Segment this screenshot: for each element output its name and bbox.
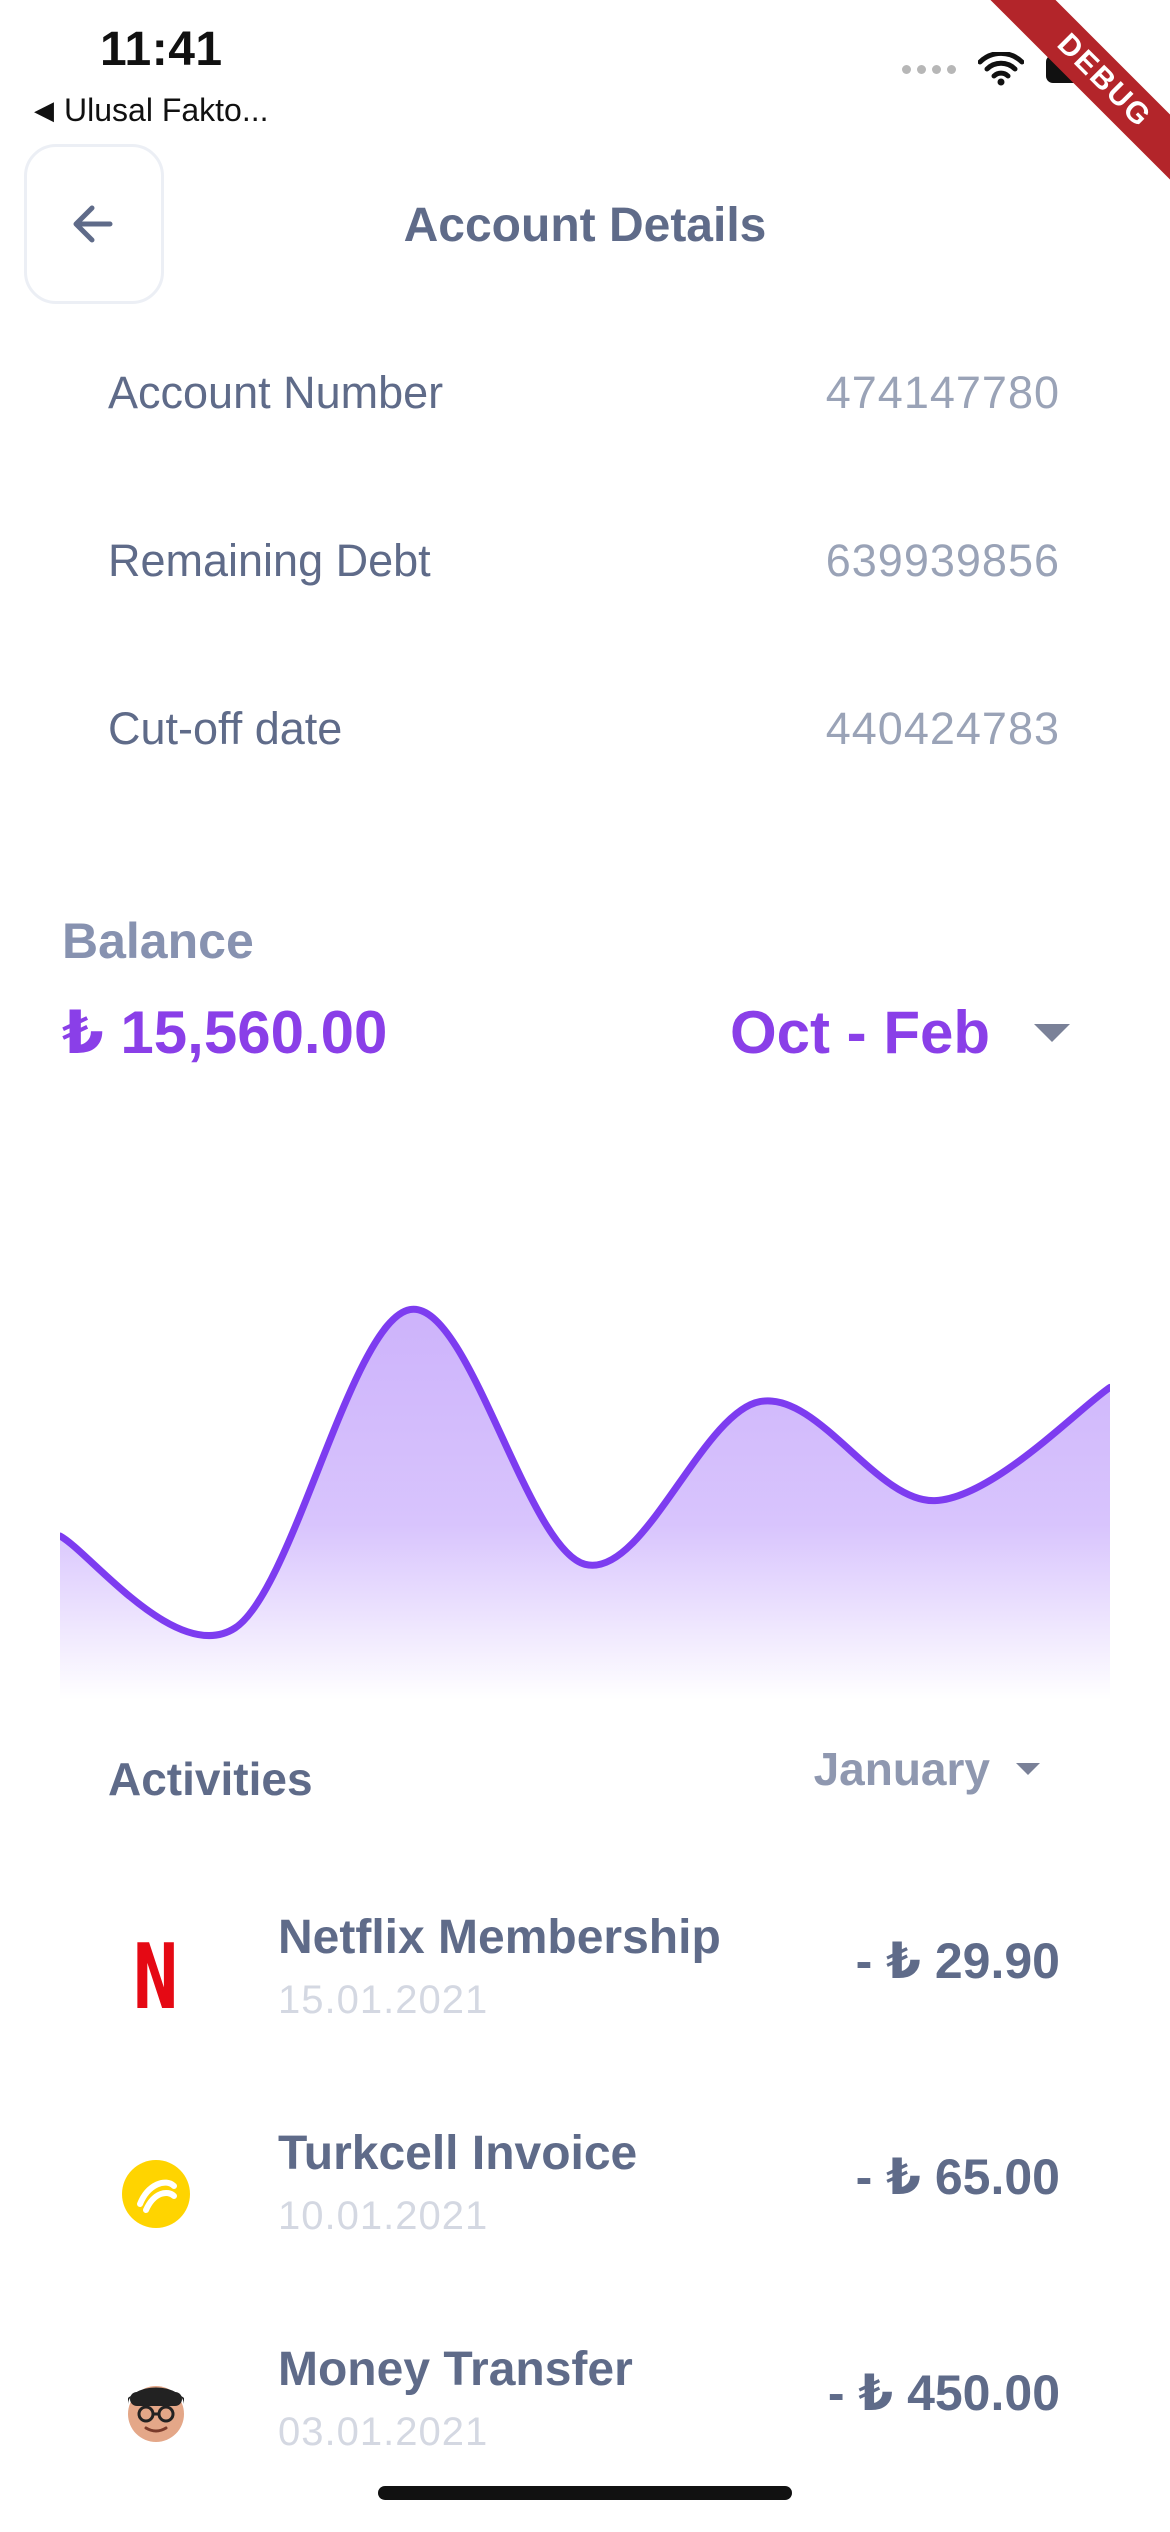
month-dropdown[interactable]: January <box>814 1742 1040 1796</box>
info-value: 474147780 <box>825 367 1060 418</box>
info-row-cutoff-date: Cut-off date 440424783 <box>108 694 1060 764</box>
page-title: Account Details <box>403 199 767 252</box>
activity-title: Netflix Membership <box>278 1911 721 1964</box>
activity-item[interactable]: Money Transfer 03.01.2021 - ₺ 450.00 <box>0 2342 1170 2492</box>
turkcell-icon <box>108 2146 204 2242</box>
signal-icon <box>902 64 956 74</box>
info-value: 639939856 <box>825 535 1060 586</box>
activity-amount: - ₺ 29.90 <box>855 1933 1060 1989</box>
activities-title: Activities <box>108 1753 313 1805</box>
balance-chart <box>60 1306 1110 1700</box>
balance-label: Balance <box>62 913 254 969</box>
avatar-icon <box>108 2362 204 2458</box>
range-dropdown[interactable]: Oct - Feb <box>730 998 1070 1067</box>
range-label: Oct - Feb <box>729 999 990 1066</box>
status-back-link[interactable]: ◀ Ulusal Fakto... <box>34 92 269 129</box>
activity-title: Turkcell Invoice <box>278 2127 638 2180</box>
debug-banner: DEBUG <box>974 0 1170 211</box>
status-time: 11:41 <box>100 23 223 76</box>
chart-area <box>60 1309 1110 1700</box>
activity-title: Money Transfer <box>278 2343 633 2396</box>
activity-amount: - ₺ 450.00 <box>827 2365 1060 2421</box>
activity-date: 15.01.2021 <box>278 1978 489 2022</box>
home-indicator <box>378 2486 792 2500</box>
activity-date: 03.01.2021 <box>278 2410 489 2454</box>
info-label: Account Number <box>108 367 444 418</box>
info-row-remaining-debt: Remaining Debt 639939856 <box>108 526 1060 596</box>
info-label: Remaining Debt <box>108 535 431 586</box>
activity-item[interactable]: N Netflix Membership 15.01.2021 - ₺ 29.9… <box>0 1910 1170 2060</box>
status-back-app-label: Ulusal Fakto... <box>64 92 269 128</box>
info-label: Cut-off date <box>108 703 343 754</box>
chevron-down-icon <box>1016 1763 1040 1775</box>
activity-item[interactable]: Turkcell Invoice 10.01.2021 - ₺ 65.00 <box>0 2126 1170 2276</box>
info-value: 440424783 <box>825 703 1060 754</box>
activity-date: 10.01.2021 <box>278 2194 489 2238</box>
activity-amount: - ₺ 65.00 <box>855 2149 1060 2205</box>
chevron-down-icon <box>1034 1023 1070 1042</box>
netflix-icon: N <box>132 1925 180 2030</box>
wifi-icon <box>978 52 1024 86</box>
back-triangle-icon: ◀ <box>34 95 54 125</box>
month-label: January <box>813 1743 990 1795</box>
balance-amount: ₺ 15,560.00 <box>62 999 388 1066</box>
info-row-account-number: Account Number 474147780 <box>108 358 1060 428</box>
